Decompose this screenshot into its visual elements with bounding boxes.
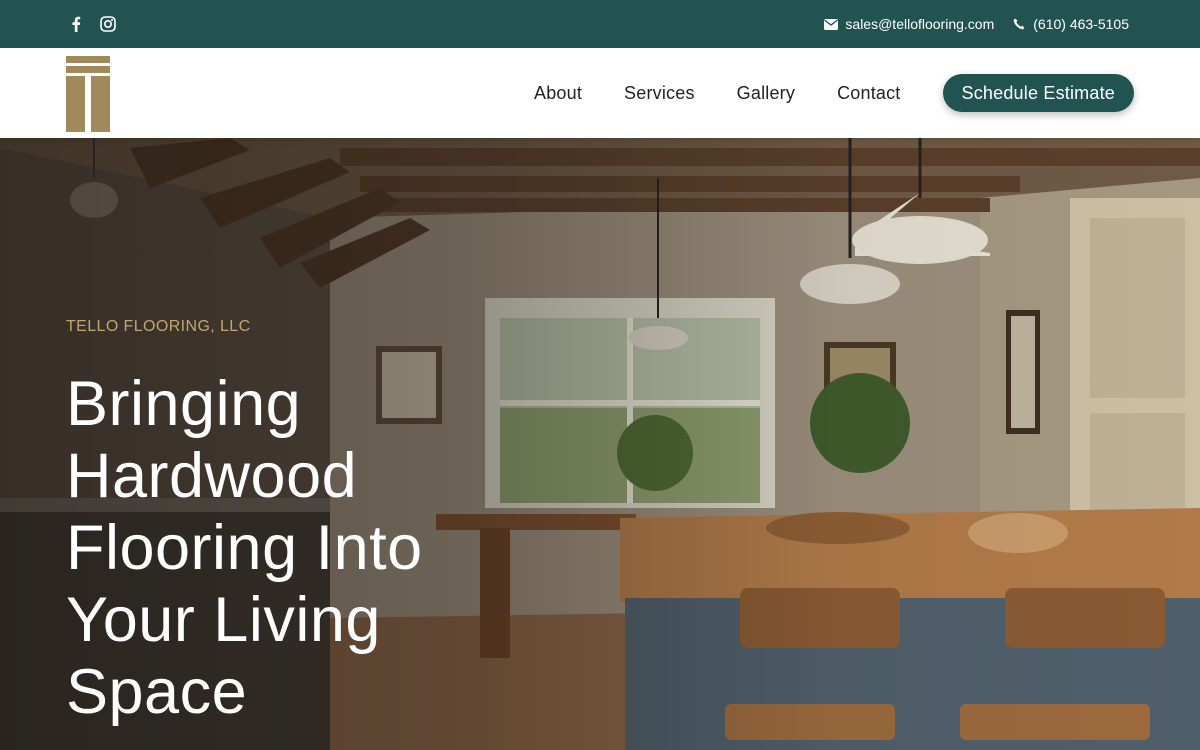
top-bar: sales@telloflooring.com (610) 463-5105 — [0, 0, 1200, 48]
phone-icon — [1012, 17, 1026, 31]
hero-eyebrow: TELLO FLOORING, LLC — [66, 318, 251, 335]
site-header: About Services Gallery Contact Schedule … — [0, 48, 1200, 138]
hero-section: TELLO FLOORING, LLC Bringing Hardwood Fl… — [0, 138, 1200, 750]
nav-contact[interactable]: Contact — [837, 83, 900, 104]
nav-services[interactable]: Services — [624, 83, 695, 104]
social-links — [68, 16, 116, 32]
envelope-icon — [824, 17, 839, 31]
schedule-estimate-button[interactable]: Schedule Estimate — [942, 74, 1134, 112]
phone-text[interactable]: (610) 463-5105 — [1033, 16, 1129, 32]
logo[interactable] — [66, 56, 110, 132]
nav-about[interactable]: About — [534, 83, 582, 104]
main-nav: About Services Gallery Contact Schedule … — [534, 74, 1134, 112]
email-link[interactable]: sales@telloflooring.com — [824, 16, 994, 32]
phone-link[interactable]: (610) 463-5105 — [1012, 16, 1129, 32]
nav-gallery[interactable]: Gallery — [737, 83, 795, 104]
contact-info: sales@telloflooring.com (610) 463-5105 — [824, 16, 1129, 32]
facebook-icon[interactable] — [68, 16, 84, 32]
email-text[interactable]: sales@telloflooring.com — [845, 16, 994, 32]
hero-headline: Bringing Hardwood Flooring Into Your Liv… — [66, 369, 423, 727]
instagram-icon[interactable] — [100, 16, 116, 32]
